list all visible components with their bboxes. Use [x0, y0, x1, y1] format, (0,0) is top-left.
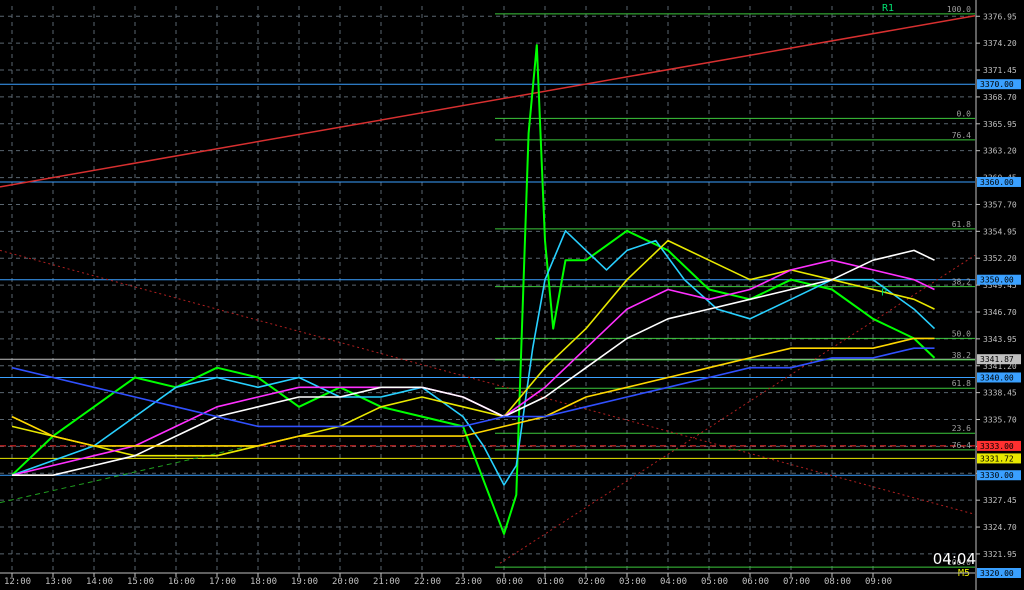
x-tick-label: 19:00 — [291, 577, 318, 587]
x-tick-label: 13:00 — [45, 577, 72, 587]
y-tick-label: 3365.95 — [983, 120, 1017, 129]
price-tag-label: 3350.00 — [980, 276, 1014, 285]
y-tick-label: 3346.70 — [983, 308, 1017, 317]
x-tick-label: 14:00 — [86, 577, 113, 587]
y-tick-label: 3321.95 — [983, 550, 1017, 559]
fib-level-label: 76.4 — [952, 131, 971, 140]
price-tag-label: 3360.00 — [980, 178, 1014, 187]
y-tick-label: 3363.20 — [983, 147, 1017, 156]
x-tick-label: 20:00 — [332, 577, 359, 587]
fib-level-label: 61.8 — [952, 220, 971, 229]
x-tick-label: 00:00 — [496, 577, 523, 587]
x-tick-label: 12:00 — [4, 577, 31, 587]
x-tick-label: 17:00 — [209, 577, 236, 587]
fib-level-label: 0.0 — [957, 109, 972, 118]
y-tick-label: 3327.45 — [983, 496, 1017, 505]
x-tick-label: 18:00 — [250, 577, 277, 587]
y-tick-label: 3343.95 — [983, 335, 1017, 344]
fib-level-label: 23.6 — [952, 424, 971, 433]
y-tick-label: 3354.95 — [983, 227, 1017, 236]
x-tick-label: 03:00 — [619, 577, 646, 587]
pivot-label: R1 — [882, 3, 894, 14]
y-tick-label: 3335.70 — [983, 416, 1017, 425]
x-tick-label: 16:00 — [168, 577, 195, 587]
y-tick-label: 3357.70 — [983, 200, 1017, 209]
y-tick-label: 3376.95 — [983, 12, 1017, 21]
x-tick-label: 07:00 — [783, 577, 810, 587]
price-tag-label: 3333.00 — [980, 442, 1014, 451]
price-tag-label: 3341.87 — [980, 355, 1014, 364]
fib-level-label: 38.2 — [952, 351, 971, 360]
x-tick-label: 04:00 — [660, 577, 687, 587]
fib-level-label: 50.0 — [952, 329, 971, 338]
fib-level-label: 100.0 — [947, 5, 971, 14]
y-tick-label: 3352.20 — [983, 254, 1017, 263]
y-tick-label: 3338.45 — [983, 389, 1017, 398]
x-tick-label: 21:00 — [373, 577, 400, 587]
x-tick-label: 15:00 — [127, 577, 154, 587]
y-tick-label: 3374.20 — [983, 39, 1017, 48]
fib-level-label: 61.8 — [952, 379, 971, 388]
x-tick-label: 06:00 — [742, 577, 769, 587]
x-tick-label: 09:00 — [865, 577, 892, 587]
bar-timer: 04:04 — [932, 550, 976, 568]
y-tick-label: 3371.45 — [983, 66, 1017, 75]
price-tag-label: 3320.00 — [980, 569, 1014, 578]
fib-level-label: 38.2 — [952, 278, 971, 287]
pivot-label: P — [881, 287, 887, 298]
x-tick-label: 08:00 — [824, 577, 851, 587]
chart-background — [0, 0, 1024, 590]
x-tick-label: 01:00 — [537, 577, 564, 587]
price-chart: 100.0 0.0 76.4 61.8 38.2 50.0 38.2 61.8 23.6 76.4… — [0, 0, 1024, 590]
y-tick-label: 3368.70 — [983, 93, 1017, 102]
x-tick-label: 22:00 — [414, 577, 441, 587]
y-tick-label: 3324.70 — [983, 523, 1017, 532]
price-tag-label: 3331.72 — [980, 454, 1014, 463]
x-tick-label: 02:00 — [578, 577, 605, 587]
x-tick-label: 05:00 — [701, 577, 728, 587]
price-tag-label: 3370.00 — [980, 80, 1014, 89]
fib-level-label: 76.4 — [952, 441, 971, 450]
price-tag-label: 3340.00 — [980, 373, 1014, 382]
price-tag-label: 3330.00 — [980, 471, 1014, 480]
x-tick-label: 23:00 — [455, 577, 482, 587]
